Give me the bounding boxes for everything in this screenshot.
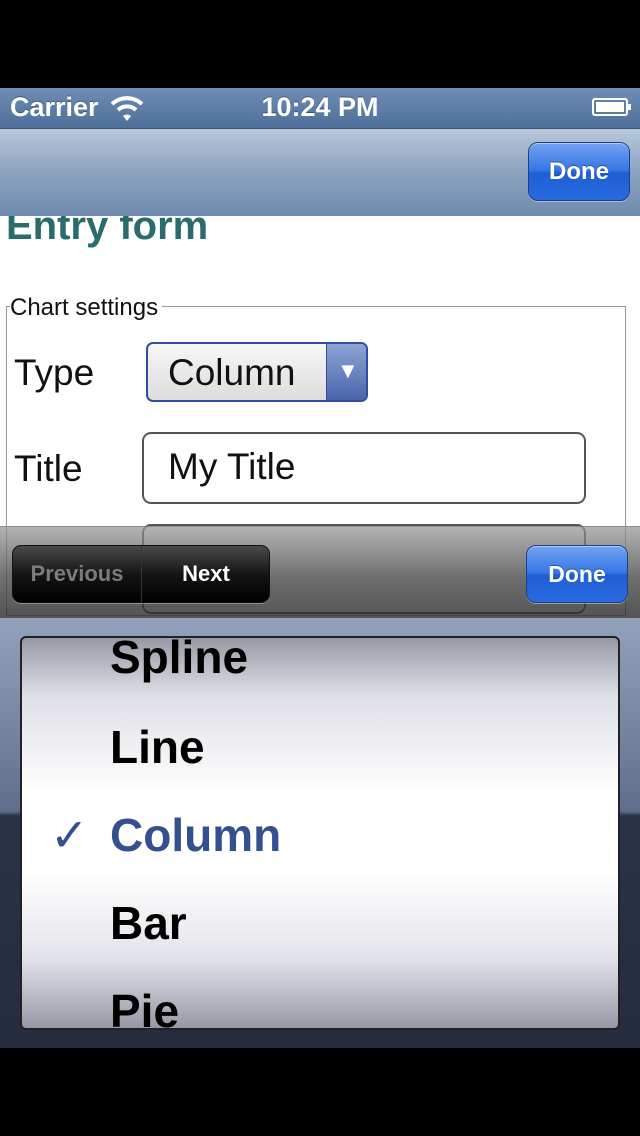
page-title: Entry form xyxy=(6,216,209,248)
picker-option-pie[interactable]: Pie xyxy=(110,984,179,1028)
status-bar: Carrier 10:24 PM xyxy=(0,88,640,129)
fieldset-legend: Chart settings xyxy=(10,294,163,322)
picker-option-bar[interactable]: Bar xyxy=(110,896,187,950)
navigation-bar: Done xyxy=(0,129,640,217)
previous-next-segmented-control: Previous Next xyxy=(12,545,270,603)
form-accessory-toolbar: Previous Next Done xyxy=(0,526,640,619)
type-select-value: Column xyxy=(168,352,296,393)
checkmark-icon: ✓ xyxy=(50,809,89,861)
screen-bottom xyxy=(0,1048,640,1136)
accessory-done-button[interactable]: Done xyxy=(526,545,628,603)
next-button[interactable]: Next xyxy=(142,546,269,602)
chart-type-picker[interactable]: Spline Line ✓ Column Bar Pie xyxy=(20,636,620,1030)
picker-option-spline[interactable]: Spline xyxy=(110,638,248,684)
title-input-value: My Title xyxy=(168,446,296,487)
select-arrow-button: ▼ xyxy=(326,344,366,400)
triangle-down-icon: ▼ xyxy=(337,358,359,383)
picker-option-column[interactable]: Column xyxy=(110,808,281,862)
type-select[interactable]: Column ▼ xyxy=(146,342,368,402)
previous-button[interactable]: Previous xyxy=(13,546,142,602)
status-time: 10:24 PM xyxy=(261,92,379,122)
picker-option-line[interactable]: Line xyxy=(110,720,205,774)
title-label: Title xyxy=(14,448,83,489)
type-label: Type xyxy=(14,352,95,393)
nav-done-button[interactable]: Done xyxy=(528,142,630,201)
title-input[interactable]: My Title xyxy=(142,432,586,504)
battery-icon xyxy=(592,98,631,116)
